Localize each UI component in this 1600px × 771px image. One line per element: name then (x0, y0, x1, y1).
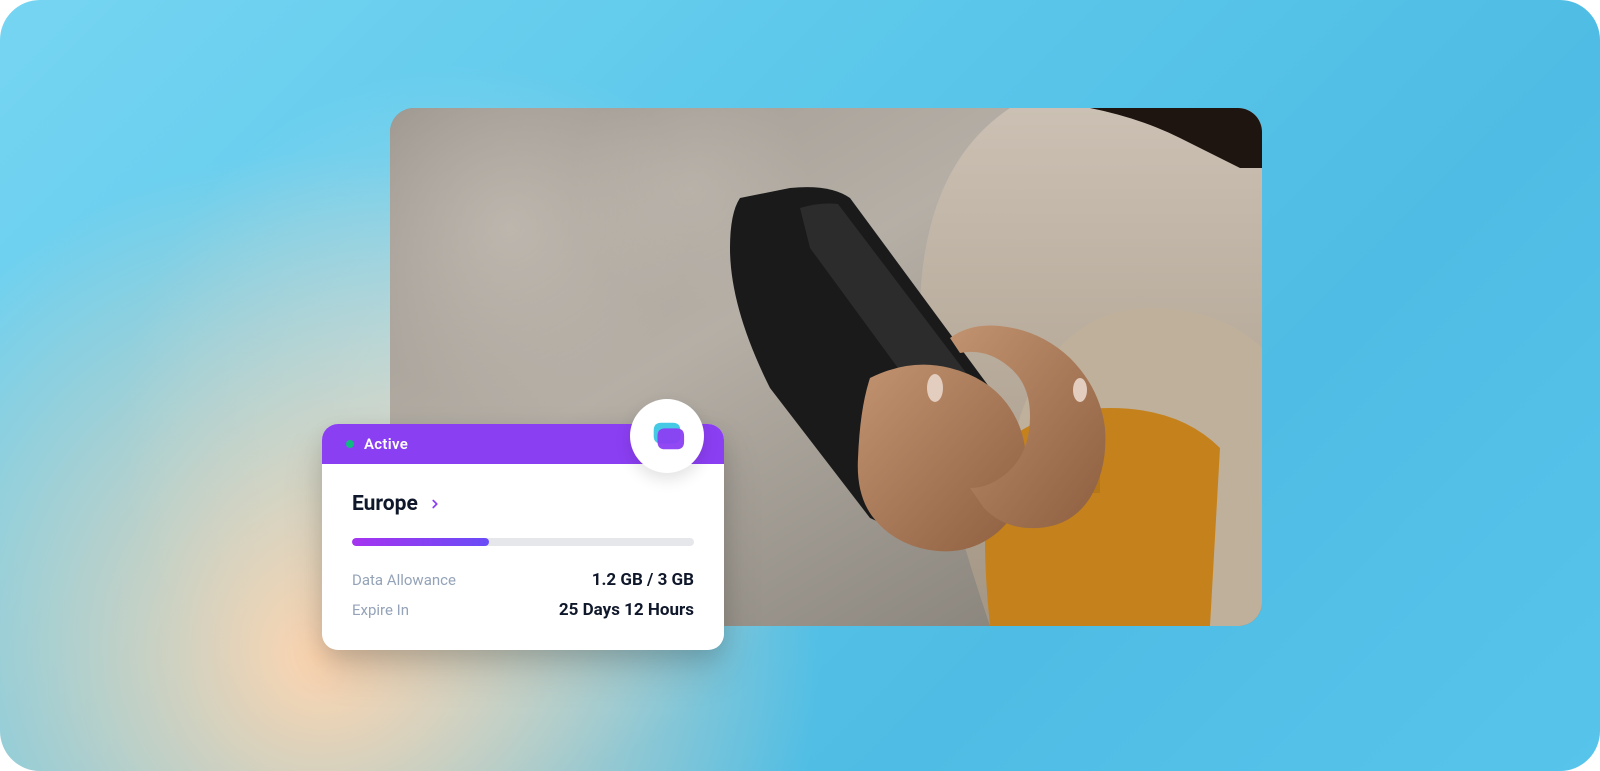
data-allowance-row: Data Allowance 1.2 GB / 3 GB (352, 570, 694, 590)
expire-in-label: Expire In (352, 601, 409, 619)
card-body: Europe Data Allowance 1.2 GB / 3 GB Expi… (322, 464, 724, 650)
expire-in-row: Expire In 25 Days 12 Hours (352, 600, 694, 620)
data-progress-fill (352, 538, 489, 546)
app-logo-badge (630, 399, 704, 473)
region-name: Europe (352, 492, 418, 516)
data-plan-card: Active Europe Data Allowance (322, 424, 724, 650)
data-progress-bar (352, 538, 694, 546)
chevron-right-icon (428, 497, 442, 511)
status-label: Active (364, 435, 408, 453)
hero-container: Active Europe Data Allowance (0, 0, 1600, 771)
region-link[interactable]: Europe (352, 492, 694, 516)
data-allowance-value: 1.2 GB / 3 GB (592, 570, 694, 590)
status-dot-icon (346, 440, 354, 448)
data-allowance-label: Data Allowance (352, 571, 456, 589)
app-logo-icon (648, 417, 686, 455)
expire-in-value: 25 Days 12 Hours (559, 600, 694, 620)
